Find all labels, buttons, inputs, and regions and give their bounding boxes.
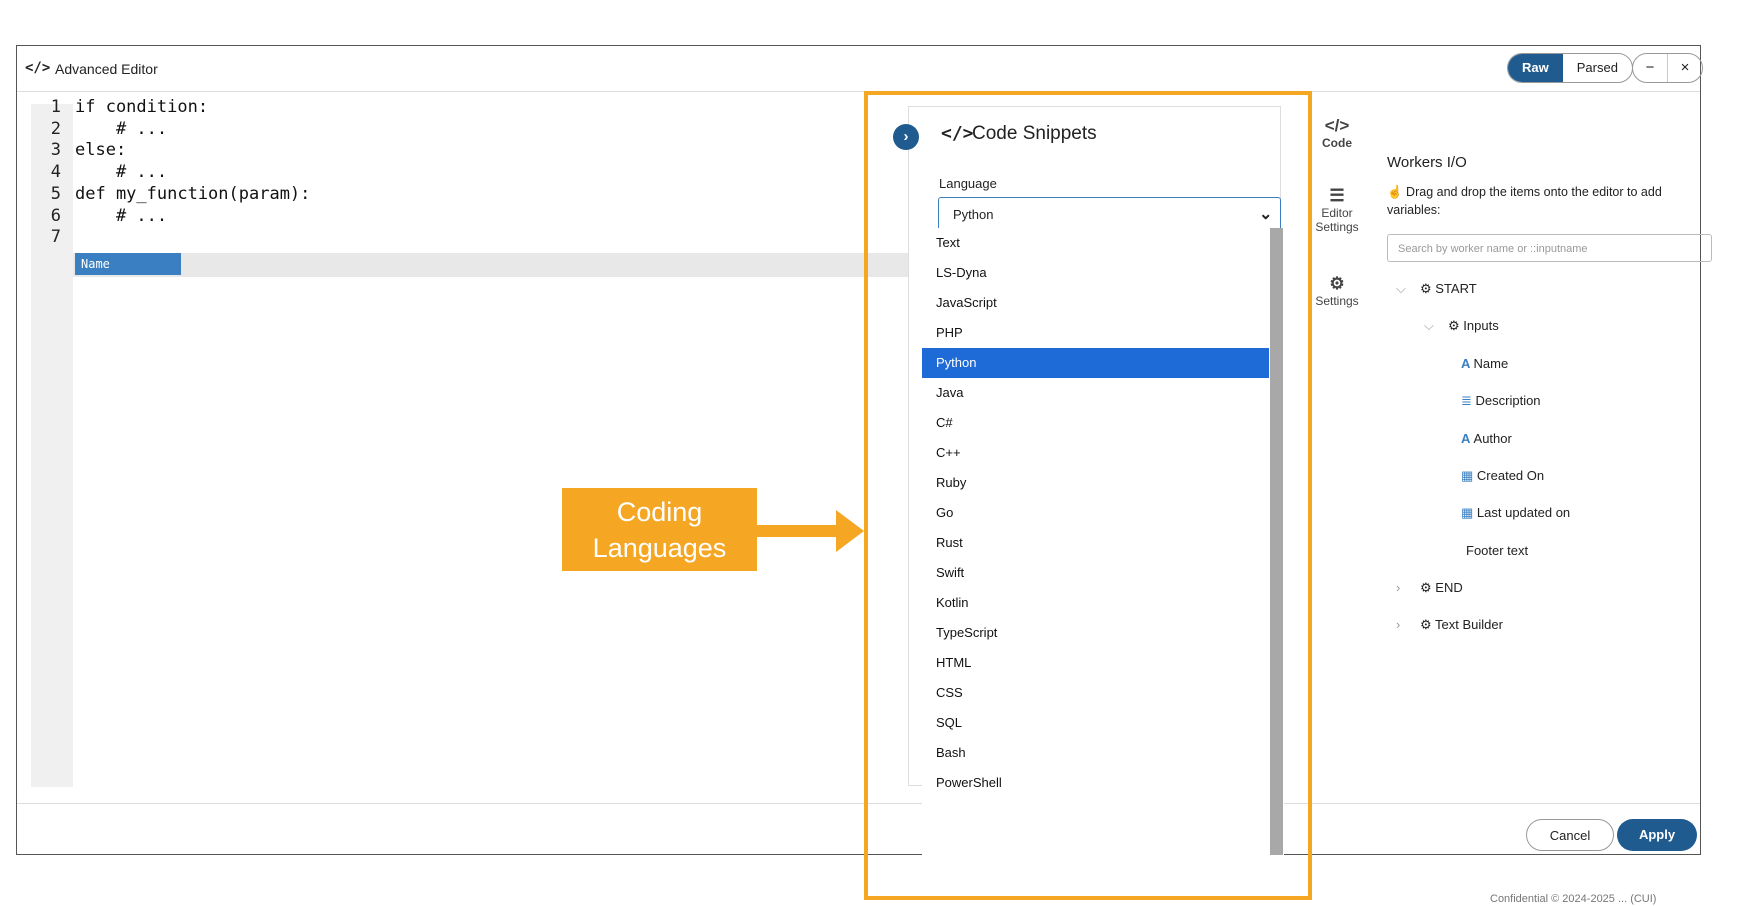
line-number: 3 [50, 140, 61, 161]
code-line[interactable]: else: [75, 140, 126, 160]
text-icon: A [1461, 356, 1474, 371]
tree-item-footer-text[interactable]: Footer text [1466, 543, 1528, 558]
tree-item-inputs[interactable]: ⌵ ⚙ Inputs [1424, 318, 1499, 334]
code-icon: </> [941, 123, 974, 144]
tab-code[interactable]: </> Code [1307, 116, 1367, 150]
active-line-highlight [73, 253, 965, 277]
calendar-icon: ▦ [1461, 505, 1477, 520]
language-option[interactable]: Rust [922, 528, 1269, 558]
line-number: 5 [50, 183, 61, 204]
language-option[interactable]: Bash [922, 738, 1269, 768]
calendar-icon: ▦ [1461, 468, 1477, 483]
hand-pointer-icon: ☝ [1387, 185, 1407, 199]
language-option[interactable]: PowerShell [922, 768, 1269, 798]
line-number: 6 [50, 205, 61, 226]
tree-item-start[interactable]: ⌵ ⚙ START [1396, 281, 1477, 297]
language-option[interactable]: JavaScript [922, 288, 1269, 318]
code-icon: </> [1324, 116, 1350, 135]
chevron-right-icon[interactable]: › [1396, 580, 1420, 595]
code-line[interactable]: if condition: [75, 97, 208, 117]
language-option[interactable]: Text [922, 228, 1269, 258]
tab-settings[interactable]: ⚙ Settings [1307, 274, 1367, 308]
language-option[interactable]: C++ [922, 438, 1269, 468]
language-option[interactable]: PHP [922, 318, 1269, 348]
line-number-gutter: 1234567 [31, 97, 73, 787]
code-icon: </> [25, 60, 51, 76]
language-option[interactable]: Python [922, 348, 1269, 378]
language-option[interactable]: C# [922, 408, 1269, 438]
line-number: 1 [50, 97, 61, 117]
workers-io-hint: ☝ Drag and drop the items onto the edito… [1387, 185, 1662, 217]
dropdown-scrollbar[interactable] [1270, 228, 1283, 855]
cancel-button[interactable]: Cancel [1526, 819, 1614, 851]
window-title: Advanced Editor [55, 61, 158, 77]
arrow-right-icon [756, 510, 864, 552]
parsed-toggle-button[interactable]: Parsed [1563, 54, 1632, 82]
language-label: Language [939, 176, 997, 191]
tree-item-description[interactable]: ≣ Description [1461, 393, 1541, 409]
language-option[interactable]: SQL [922, 708, 1269, 738]
chevron-down-icon[interactable]: ⌵ [1424, 318, 1448, 334]
code-line[interactable]: # ... [75, 119, 167, 139]
language-dropdown-list: Text LS-Dyna JavaScript PHP Python Java C# C++ R… [922, 228, 1284, 855]
gear-icon: ⚙ [1420, 281, 1436, 296]
language-option[interactable]: CSS [922, 678, 1269, 708]
gear-icon: ⚙ [1420, 580, 1436, 595]
window-controls: − × [1632, 53, 1703, 83]
variable-chip[interactable]: Name [75, 253, 181, 275]
footer-divider [17, 803, 1700, 804]
language-option[interactable]: LS-Dyna [922, 258, 1269, 288]
sliders-icon: ☰ [1329, 186, 1345, 205]
snippets-title: Code Snippets [972, 123, 1097, 144]
minimize-button[interactable]: − [1633, 54, 1667, 82]
code-line[interactable]: # ... [75, 206, 167, 226]
tree-item-author[interactable]: A Author [1461, 431, 1512, 446]
chevron-right-icon[interactable]: › [893, 124, 919, 150]
workers-io-title: Workers I/O [1387, 154, 1467, 171]
close-button[interactable]: × [1667, 54, 1702, 82]
tree-item-text-builder[interactable]: › ⚙ Text Builder [1396, 617, 1503, 633]
chevron-down-icon[interactable]: ⌄ [1259, 204, 1272, 224]
tree-item-name[interactable]: A Name [1461, 356, 1508, 371]
language-option[interactable]: Swift [922, 558, 1269, 588]
language-option[interactable]: Java [922, 378, 1269, 408]
chevron-right-icon[interactable]: › [1396, 617, 1420, 632]
gear-icon: ⚙ [1329, 274, 1345, 293]
gear-icon: ⚙ [1448, 318, 1464, 333]
tree-item-created-on[interactable]: ▦ Created On [1461, 468, 1544, 484]
language-option[interactable]: Go [922, 498, 1269, 528]
tree-item-end[interactable]: › ⚙ END [1396, 580, 1463, 596]
text-icon: A [1461, 431, 1474, 446]
page-footer: Confidential © 2024-2025 ... (CUI) [1490, 893, 1657, 905]
code-line[interactable]: def my_function(param): [75, 184, 310, 204]
view-toggle: Raw Parsed [1507, 53, 1633, 83]
line-number: 4 [50, 162, 61, 183]
advanced-editor-window: </> Advanced Editor Raw Parsed − × 12345… [16, 45, 1712, 855]
annotation-callout: Coding Languages [562, 488, 757, 571]
apply-button[interactable]: Apply [1617, 819, 1697, 851]
worker-search-input[interactable]: Search by worker name or ::inputname [1387, 234, 1712, 262]
language-option[interactable]: Ruby [922, 468, 1269, 498]
line-number: 7 [50, 227, 61, 248]
language-option[interactable]: Kotlin [922, 588, 1269, 618]
language-select[interactable]: Python [938, 197, 1281, 231]
paragraph-icon: ≣ [1461, 393, 1476, 408]
raw-toggle-button[interactable]: Raw [1508, 54, 1563, 82]
language-option[interactable]: HTML [922, 648, 1269, 678]
language-option[interactable]: TypeScript [922, 618, 1269, 648]
tree-item-last-updated-on[interactable]: ▦ Last updated on [1461, 505, 1570, 521]
chevron-down-icon[interactable]: ⌵ [1396, 281, 1420, 297]
tab-editor-settings[interactable]: ☰ Editor Settings [1307, 186, 1367, 234]
gear-icon: ⚙ [1420, 617, 1436, 632]
line-number: 2 [50, 118, 61, 139]
title-bar: </> Advanced Editor Raw Parsed − × [17, 46, 1703, 92]
code-line[interactable]: # ... [75, 162, 167, 182]
